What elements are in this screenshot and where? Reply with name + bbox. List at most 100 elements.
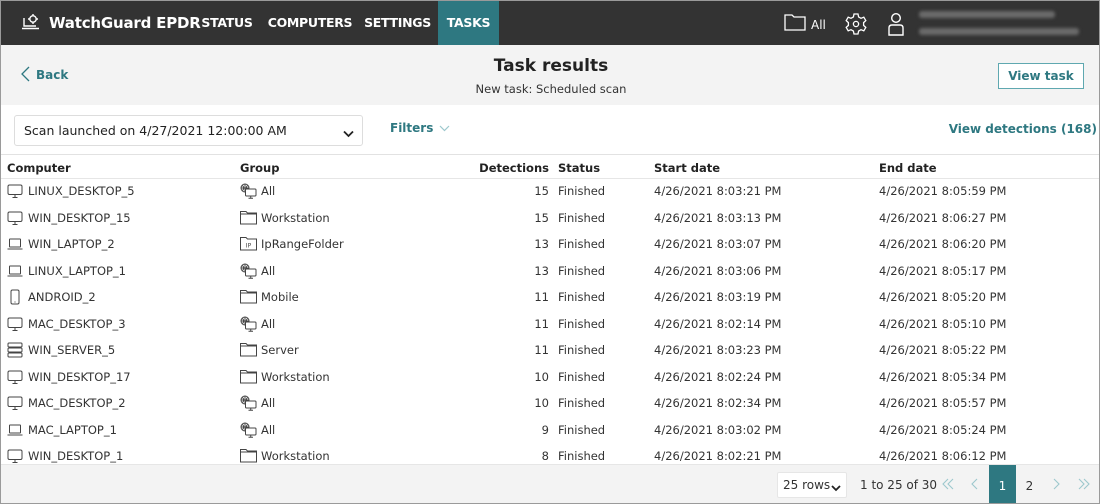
folder-icon (240, 289, 257, 305)
computer-name: WIN_DESKTOP_15 (28, 210, 131, 225)
detections-count: 11 (534, 290, 549, 304)
computer-cell[interactable]: WIN_SERVER_5 (7, 342, 115, 358)
svg-text:IP: IP (246, 243, 252, 250)
computer-cell[interactable]: LINUX_DESKTOP_5 (7, 183, 135, 199)
all-groups-icon (240, 422, 257, 438)
all-groups-icon (240, 316, 257, 332)
detections-count: 15 (534, 184, 549, 198)
page-button-1[interactable]: 1 (989, 465, 1016, 503)
page-button-2[interactable]: 2 (1016, 465, 1043, 503)
settings-button[interactable] (844, 12, 868, 39)
group-cell: Workstation (240, 210, 330, 226)
rows-per-page-select[interactable]: 25 rows (777, 472, 847, 498)
start-date: 4/26/2021 8:02:14 PM (654, 316, 782, 331)
detections-count: 8 (541, 449, 549, 463)
column-header-end-date[interactable]: End date (879, 161, 937, 175)
page-header: Back Task results New task: Scheduled sc… (1, 45, 1099, 105)
table-row[interactable]: WIN_LAPTOP_2 IP IpRangeFolder 13 Finished 4/2… (1, 232, 1099, 259)
view-detections-link[interactable]: View detections (168) (949, 122, 1097, 136)
filters-toggle[interactable]: Filters (390, 121, 450, 135)
column-header-detections[interactable]: Detections (471, 161, 549, 175)
table-row[interactable]: MAC_DESKTOP_3 All 11 Finished 4/26/2021 8:02… (1, 312, 1099, 339)
computer-cell[interactable]: MAC_DESKTOP_3 (7, 316, 126, 332)
computer-cell[interactable]: WIN_DESKTOP_1 (7, 448, 123, 464)
desktop-icon (7, 316, 23, 332)
server-icon (7, 342, 23, 358)
group-cell: All (240, 395, 275, 411)
double-chevron-left-icon (941, 478, 954, 493)
nav-tasks[interactable]: TASKS (438, 1, 499, 45)
group-name: Workstation (261, 449, 330, 463)
status-text: Finished (558, 343, 606, 357)
first-page-button[interactable] (934, 465, 961, 503)
detections-count: 13 (534, 237, 549, 251)
results-toolbar: Scan launched on 4/27/2021 12:00:00 AM F… (1, 105, 1099, 155)
all-groups-icon (240, 263, 257, 279)
previous-page-button[interactable] (961, 465, 988, 503)
group-cell: All (240, 316, 275, 332)
table-row[interactable]: LINUX_DESKTOP_5 All 15 Finished 4/26/2021 8:… (1, 179, 1099, 206)
table-row[interactable]: WIN_DESKTOP_1 Workstation 8 Finished 4/26/20… (1, 444, 1099, 464)
user-menu-button[interactable] (887, 12, 905, 39)
column-header-start-date[interactable]: Start date (654, 161, 720, 175)
computer-name: WIN_DESKTOP_17 (28, 369, 131, 384)
laptop-icon (7, 236, 23, 252)
double-chevron-right-icon (1078, 478, 1090, 493)
computer-cell[interactable]: WIN_LAPTOP_2 (7, 236, 115, 252)
detections-count: 11 (534, 316, 549, 331)
nav-computers[interactable]: COMPUTERS (263, 1, 357, 45)
mobile-icon (7, 289, 23, 305)
group-name: Workstation (261, 210, 330, 225)
group-cell: Workstation (240, 448, 330, 464)
last-page-button[interactable] (1070, 465, 1097, 503)
page-subtitle: New task: Scheduled scan (475, 82, 627, 96)
end-date: 4/26/2021 8:05:17 PM (879, 263, 1007, 278)
computer-cell[interactable]: LINUX_LAPTOP_1 (7, 263, 126, 279)
column-header-computer[interactable]: Computer (7, 161, 71, 175)
group-name: All (261, 316, 276, 331)
all-groups-icon (240, 395, 257, 411)
laptop-icon (7, 422, 23, 438)
nav-settings[interactable]: SETTINGS (359, 1, 436, 45)
folder-filter[interactable]: All (784, 1, 826, 45)
detections-count: 11 (534, 343, 549, 357)
scan-launch-select[interactable]: Scan launched on 4/27/2021 12:00:00 AM (14, 115, 363, 146)
ip-folder-icon: IP (240, 236, 257, 252)
table-row[interactable]: WIN_SERVER_5 Server 11 Finished 4/26/2021 8:… (1, 338, 1099, 365)
table-row[interactable]: WIN_DESKTOP_15 Workstation 15 Finished 4/26/… (1, 206, 1099, 233)
folder-icon (240, 448, 257, 464)
nav-status[interactable]: STATUS (193, 1, 261, 45)
status-text: Finished (558, 184, 606, 198)
brand[interactable]: WatchGuard EPDR (21, 1, 201, 45)
folder-icon (240, 210, 257, 226)
computer-cell[interactable]: WIN_DESKTOP_15 (7, 210, 131, 226)
start-date: 4/26/2021 8:03:21 PM (654, 184, 782, 198)
status-text: Finished (558, 237, 606, 251)
table-row[interactable]: MAC_LAPTOP_1 All 9 Finished 4/26/2021 8:03:0… (1, 418, 1099, 445)
group-name: IpRangeFolder (261, 237, 344, 251)
desktop-icon (7, 183, 23, 199)
table-row[interactable]: MAC_DESKTOP_2 All 10 Finished 4/26/2021 8:02… (1, 391, 1099, 418)
pagination-range: 1 to 25 of 30 (860, 478, 938, 492)
group-cell: IP IpRangeFolder (240, 236, 344, 252)
end-date: 4/26/2021 8:06:12 PM (879, 449, 1007, 463)
computer-name: MAC_DESKTOP_3 (28, 316, 126, 331)
table-row[interactable]: WIN_DESKTOP_17 Workstation 10 Finished 4/26/… (1, 365, 1099, 392)
page-title: Task results (493, 56, 609, 76)
folder-filter-label: All (811, 18, 826, 32)
table-row[interactable]: ANDROID_2 Mobile 11 Finished 4/26/2021 8:03:… (1, 285, 1099, 312)
table-row[interactable]: LINUX_LAPTOP_1 All 13 Finished 4/26/2021 8:0… (1, 259, 1099, 286)
next-page-button[interactable] (1043, 465, 1070, 503)
group-cell: Workstation (240, 369, 330, 385)
computer-cell[interactable]: MAC_LAPTOP_1 (7, 422, 117, 438)
table-header: Computer Group Detections Status Start d… (1, 156, 1099, 179)
computer-cell[interactable]: MAC_DESKTOP_2 (7, 395, 126, 411)
computer-cell[interactable]: WIN_DESKTOP_17 (7, 369, 131, 385)
view-task-button[interactable]: View task (998, 63, 1084, 89)
status-text: Finished (558, 316, 606, 331)
gear-icon (844, 13, 868, 39)
computer-cell[interactable]: ANDROID_2 (7, 289, 96, 305)
column-header-status[interactable]: Status (558, 161, 600, 175)
column-header-group[interactable]: Group (240, 161, 279, 175)
detections-count: 13 (534, 263, 549, 278)
